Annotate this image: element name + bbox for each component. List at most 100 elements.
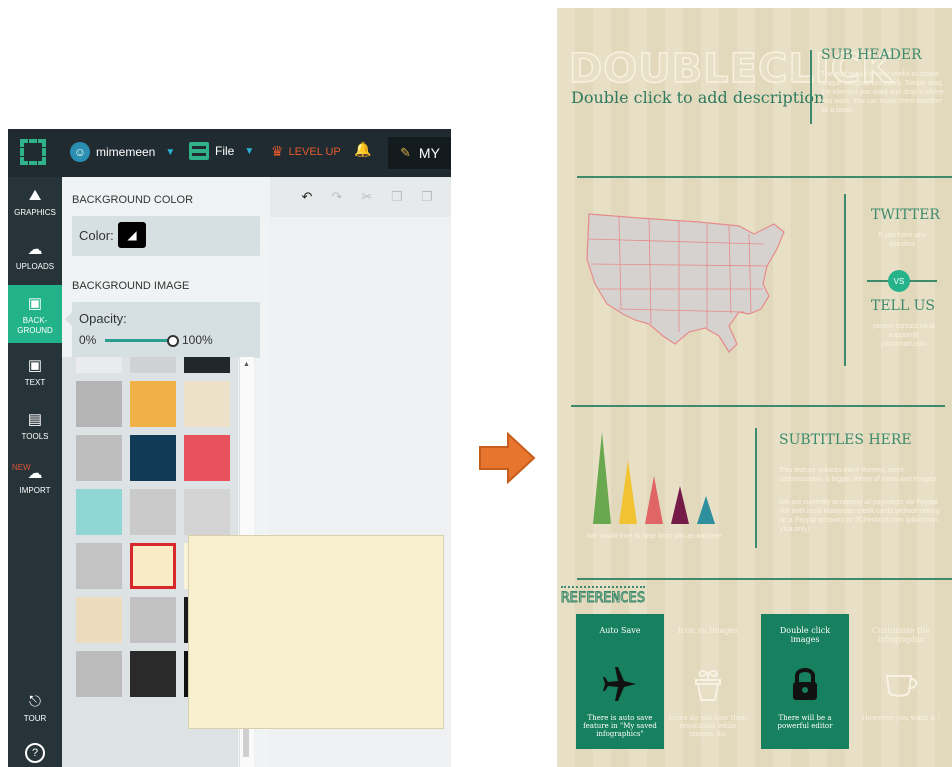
- nav-graphics[interactable]: ⛰ GRAPHICS: [8, 187, 62, 231]
- plant-pot-icon: [695, 669, 721, 701]
- twitter-body: If you have any question: [878, 232, 926, 248]
- left-sidebar: ⛰ GRAPHICS ☁ UPLOADS ▣ BACK- GROUND ▣ TE…: [8, 177, 62, 767]
- sub-header[interactable]: SUB HEADER: [821, 47, 922, 63]
- nav-text[interactable]: ▣ TEXT: [8, 357, 62, 401]
- texture-grey-dots-tile[interactable]: [76, 435, 122, 481]
- color-picker-box: Color: ◢: [72, 216, 260, 256]
- texture-tan-tile[interactable]: [76, 597, 122, 643]
- texture-dark-grey-tile[interactable]: [130, 651, 176, 697]
- nav-text-label: TEXT: [24, 378, 46, 387]
- redo-icon[interactable]: ↷: [326, 187, 348, 207]
- nav-graphics-label: GRAPHICS: [14, 208, 56, 217]
- texture-grey-diagonal-tile[interactable]: [76, 381, 122, 427]
- opacity-slider[interactable]: [105, 335, 179, 347]
- opacity-slider-handle[interactable]: [167, 335, 179, 347]
- texture-cream-selected-tile[interactable]: [130, 543, 176, 589]
- new-badge: NEW: [12, 463, 31, 472]
- top-bar: ☺ mimemeen ▼ File ▼ ♛ LEVEL UP 🔔 ✎ MY: [8, 129, 451, 177]
- chart-divider: [755, 428, 757, 548]
- texture-dark-navy-tile[interactable]: [184, 357, 230, 373]
- texture-white-speckle-tile[interactable]: [76, 357, 122, 373]
- nav-tools-label: TOOLS: [21, 432, 49, 441]
- airplane-icon: [603, 667, 636, 701]
- level-up-button[interactable]: ♛ LEVEL UP: [271, 143, 341, 160]
- subtitles-heading[interactable]: SUBTITLES HERE: [779, 432, 912, 448]
- header-divider: [810, 50, 812, 124]
- help-button[interactable]: ?: [8, 743, 62, 767]
- nav-tour[interactable]: ⎋ TOUR: [8, 693, 62, 733]
- triangle-bar: [697, 496, 715, 524]
- background-color-heading: BACKGROUND COLOR: [72, 194, 194, 206]
- opacity-slider-fill: [105, 339, 173, 342]
- signpost-icon: ⎋: [29, 693, 41, 710]
- bell-icon[interactable]: 🔔: [354, 141, 371, 158]
- texture-grey-lines-tile[interactable]: [76, 651, 122, 697]
- twitter-heading[interactable]: TWITTER: [871, 207, 940, 223]
- usa-map: [586, 213, 785, 353]
- reference-card[interactable]: Icon vs Images Icons do not lose their r…: [664, 614, 752, 749]
- pencil-icon: ✎: [400, 145, 411, 160]
- texture-light-wood-tile[interactable]: [184, 381, 230, 427]
- texture-wood-crate-tile[interactable]: [130, 381, 176, 427]
- background-image-heading: BACKGROUND IMAGE: [72, 280, 190, 292]
- help-icon: ?: [25, 743, 45, 763]
- chevron-down-icon: ▼: [165, 146, 176, 158]
- chevron-down-icon: ▼: [244, 145, 255, 157]
- reference-card[interactable]: Customize the infographic However you wa…: [857, 614, 945, 749]
- undo-icon[interactable]: ↶: [296, 187, 318, 207]
- triangle-bar: [645, 476, 663, 524]
- sub-header-body: The edit layout is very useful to create…: [821, 71, 944, 114]
- reference-card[interactable]: Double click images There will be a powe…: [761, 614, 849, 749]
- texture-grey-plain-tile[interactable]: [76, 543, 122, 589]
- file-menu[interactable]: File ▼: [189, 142, 254, 160]
- texture-grey-grain-tile[interactable]: [130, 489, 176, 535]
- paint-bucket-icon[interactable]: ◢: [118, 222, 146, 248]
- texture-light-grey-tile[interactable]: [184, 489, 230, 535]
- app-logo[interactable]: [20, 139, 46, 165]
- scrollbar-thumb[interactable]: [243, 727, 249, 757]
- texture-aqua-watercolor-tile[interactable]: [76, 489, 122, 535]
- tell-us-heading[interactable]: TELL US: [871, 298, 935, 314]
- chart-caption: We would love to hear from you as anytim…: [587, 533, 722, 540]
- my-tab[interactable]: ✎ MY: [388, 137, 451, 169]
- opacity-box: Opacity: 0% 100%: [65, 302, 260, 358]
- section-divider: [577, 176, 952, 178]
- card-title: Icon vs Images: [677, 626, 739, 635]
- reference-card[interactable]: Auto Save There is auto save feature in …: [576, 614, 664, 749]
- infographic-description[interactable]: Double click to add description: [571, 88, 824, 107]
- section-divider: [571, 405, 945, 407]
- opacity-min-label: 0%: [79, 333, 97, 347]
- card-body: Icons do not lose their resolution while…: [668, 714, 748, 738]
- texture-dark-teal-tile[interactable]: [130, 435, 176, 481]
- pointer-arrow: [65, 312, 72, 326]
- subtitles-body-2: We are currently accepting all payments …: [779, 499, 940, 533]
- texture-grey-fold-tile[interactable]: [130, 597, 176, 643]
- nav-background-label: BACK- GROUND: [17, 316, 53, 335]
- nav-background[interactable]: ▣ BACK- GROUND: [8, 285, 62, 343]
- toolbox-icon: ▤: [27, 411, 43, 428]
- arrow-right-icon: [479, 432, 536, 484]
- paste-icon[interactable]: ❐: [416, 187, 438, 207]
- level-up-label: LEVEL UP: [288, 145, 341, 158]
- cut-icon[interactable]: ✂: [356, 187, 378, 207]
- card-body: There will be a powerful editor: [777, 714, 833, 730]
- scroll-up-icon[interactable]: ▲: [243, 361, 250, 368]
- nav-uploads[interactable]: ☁ UPLOADS: [8, 241, 62, 285]
- cup-icon: [885, 675, 918, 697]
- card-body: There is auto save feature in "My saved …: [583, 714, 657, 738]
- crown-icon: ♛: [271, 143, 284, 159]
- texture-coral-red-tile[interactable]: [184, 435, 230, 481]
- nav-tools[interactable]: ▤ TOOLS: [8, 411, 62, 455]
- color-label: Color:: [79, 228, 114, 243]
- text-box-icon: ▣: [27, 357, 43, 374]
- nav-import[interactable]: NEW ☁ IMPORT: [8, 463, 62, 509]
- texture-grey-check-tile[interactable]: [130, 357, 176, 373]
- references-heading[interactable]: REFERENCES: [560, 586, 646, 607]
- vs-badge: VS: [888, 270, 910, 292]
- copy-icon[interactable]: ❐: [386, 187, 408, 207]
- card-title: Auto Save: [599, 626, 641, 635]
- cloud-upload-icon: ☁: [27, 241, 43, 258]
- card-title: Customize the infographic: [871, 626, 931, 644]
- card-body: However you want it !: [861, 714, 941, 722]
- user-menu[interactable]: ☺ mimemeen ▼: [70, 142, 175, 162]
